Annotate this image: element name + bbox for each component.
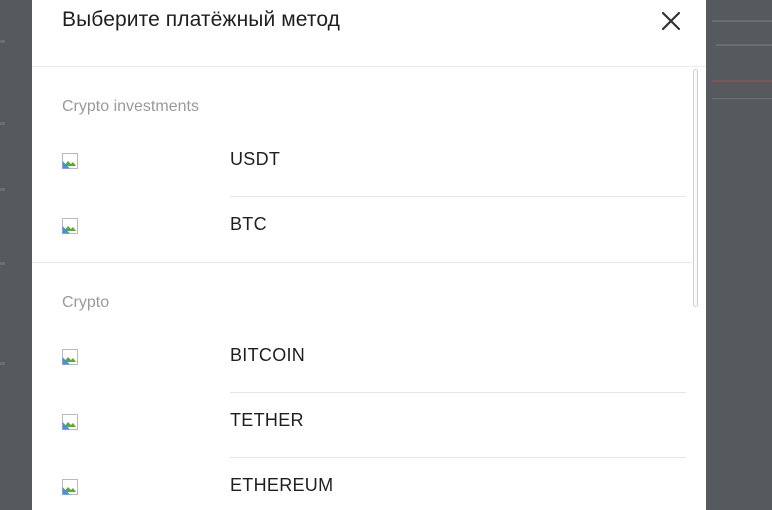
section-title-crypto-investments: Crypto investments	[62, 98, 199, 115]
payment-method-label: BITCOIN	[230, 345, 306, 365]
payment-method-label: BTC	[230, 214, 267, 234]
payment-method-bitcoin[interactable]: BITCOIN	[32, 327, 692, 392]
background-mark	[0, 122, 5, 125]
payment-method-label: TETHER	[230, 410, 304, 430]
payment-method-modal: Выберите платёжный метод Crypto investme…	[32, 0, 706, 510]
background-mark	[0, 40, 5, 43]
modal-title: Выберите платёжный метод	[62, 8, 340, 31]
background-text-line	[716, 44, 772, 46]
payment-method-btc[interactable]: BTC	[32, 196, 692, 261]
close-icon	[661, 11, 681, 31]
background-mark	[0, 262, 5, 265]
payment-method-label: USDT	[230, 149, 281, 169]
background-text-line	[712, 20, 772, 22]
background-mark	[0, 188, 5, 191]
background-alert-line	[712, 80, 772, 82]
close-button[interactable]	[656, 6, 686, 36]
broken-image-icon	[62, 153, 78, 169]
broken-image-icon	[62, 218, 78, 234]
payment-method-label: ETHEREUM	[230, 475, 334, 495]
modal-header: Выберите платёжный метод	[32, 0, 706, 67]
broken-image-icon	[62, 479, 78, 495]
broken-image-icon	[62, 414, 78, 430]
broken-image-icon	[62, 349, 78, 365]
background-divider	[712, 98, 772, 99]
section-title-crypto: Crypto	[62, 294, 110, 311]
scrollbar[interactable]	[693, 69, 698, 307]
section-divider	[32, 262, 692, 263]
payment-method-ethereum[interactable]: ETHEREUM	[32, 457, 692, 510]
payment-method-usdt[interactable]: USDT	[32, 131, 692, 196]
payment-method-tether[interactable]: TETHER	[32, 392, 692, 457]
background-mark	[0, 362, 5, 365]
